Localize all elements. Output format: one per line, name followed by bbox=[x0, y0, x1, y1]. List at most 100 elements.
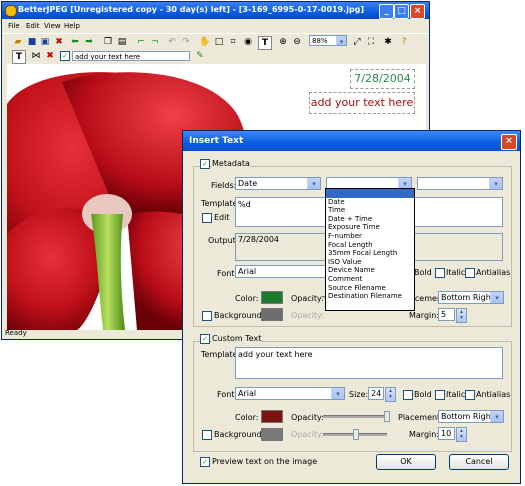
edit-checkbox[interactable] bbox=[202, 213, 212, 223]
preview-label: Preview text on the image bbox=[212, 457, 318, 466]
custom-italic-checkbox[interactable] bbox=[435, 390, 445, 400]
custom-template-input[interactable]: add your text here bbox=[235, 347, 503, 379]
copy-icon[interactable]: ❐ bbox=[102, 36, 114, 48]
save-as-icon[interactable]: ▣ bbox=[39, 36, 51, 48]
list-item[interactable]: Destination Filename bbox=[326, 292, 414, 301]
save-icon[interactable]: ■ bbox=[26, 36, 38, 48]
custom-font-select[interactable]: Arial ▾ bbox=[235, 387, 345, 400]
help-icon[interactable]: ? bbox=[398, 36, 410, 48]
date-overlay[interactable]: 7/28/2004 bbox=[350, 69, 415, 89]
text-overlay[interactable]: add your text here bbox=[309, 92, 415, 114]
custom-text-checkbox[interactable]: ✓ bbox=[200, 334, 210, 344]
antialias-checkbox[interactable] bbox=[465, 268, 475, 278]
menu-view[interactable]: View bbox=[44, 22, 61, 30]
redo-icon[interactable]: ↷ bbox=[180, 36, 192, 48]
align-icon[interactable]: ⋈ bbox=[30, 50, 42, 62]
close-button[interactable]: × bbox=[410, 4, 425, 19]
custom-template-value: add your text here bbox=[238, 350, 313, 359]
apply-text-icon[interactable]: ✎ bbox=[194, 50, 206, 62]
list-item[interactable]: ISO Value bbox=[326, 258, 414, 267]
fit-icon[interactable]: ⤢ bbox=[351, 36, 363, 48]
placement-select[interactable]: Bottom Right ▾ bbox=[438, 291, 504, 304]
placement-value: Bottom Right bbox=[441, 293, 494, 302]
custom-background-swatch[interactable] bbox=[261, 428, 283, 441]
chevron-down-icon: ▾ bbox=[490, 292, 503, 303]
menu-edit[interactable]: Edit bbox=[26, 22, 40, 30]
field2-dropdown-list[interactable]: Date Time Date + Time Exposure Time F-nu… bbox=[325, 188, 415, 311]
list-item[interactable]: Date bbox=[326, 198, 414, 207]
preview-checkbox[interactable]: ✓ bbox=[200, 457, 210, 467]
zoom-out-icon[interactable]: ⊖ bbox=[291, 36, 303, 48]
custom-opacity-thumb[interactable] bbox=[384, 411, 390, 422]
rotate-left-icon[interactable]: ⌐ bbox=[135, 36, 147, 48]
remove-text-icon[interactable]: ✖ bbox=[44, 50, 56, 62]
dialog-titlebar[interactable]: Insert Text × bbox=[183, 131, 520, 151]
settings-icon[interactable]: ✱ bbox=[382, 36, 394, 48]
custom-bg-opacity-thumb[interactable] bbox=[353, 429, 359, 440]
size-input[interactable]: 24 bbox=[368, 387, 384, 400]
text-checkbox[interactable]: ✓ bbox=[60, 51, 70, 61]
margin-spinner[interactable]: ▴ ▾ bbox=[456, 308, 467, 323]
ok-button[interactable]: OK bbox=[376, 454, 436, 470]
crop-icon[interactable]: ⌗ bbox=[227, 36, 239, 48]
menu-help[interactable]: Help bbox=[64, 22, 80, 30]
insert-text-icon[interactable]: T bbox=[12, 50, 26, 64]
background-checkbox[interactable] bbox=[202, 311, 212, 321]
color-swatch[interactable] bbox=[261, 291, 283, 304]
cancel-button[interactable]: Cancel bbox=[449, 454, 509, 470]
menu-file[interactable]: File bbox=[8, 22, 20, 30]
custom-margin-input[interactable]: 10 bbox=[438, 427, 455, 440]
list-item[interactable]: Comment bbox=[326, 275, 414, 284]
list-item[interactable]: Focal Length bbox=[326, 241, 414, 250]
fullscreen-icon[interactable]: ⛶ bbox=[365, 36, 377, 48]
open-icon[interactable]: ▰ bbox=[12, 36, 24, 48]
delete-icon[interactable]: ✖ bbox=[53, 36, 65, 48]
paste-icon[interactable]: ▤ bbox=[116, 36, 128, 48]
zoom-in-icon[interactable]: ⊕ bbox=[277, 36, 289, 48]
main-titlebar[interactable]: BetterJPEG [Unregistered copy - 30 day(s… bbox=[2, 2, 429, 19]
rotate-right-icon[interactable]: ¬ bbox=[149, 36, 161, 48]
zoom-select[interactable]: 88% ▾ bbox=[309, 35, 347, 46]
custom-antialias-checkbox[interactable] bbox=[465, 390, 475, 400]
previous-icon[interactable]: ⬅ bbox=[69, 36, 81, 48]
custom-color-swatch[interactable] bbox=[261, 410, 283, 423]
zoom-value: 88% bbox=[312, 37, 328, 45]
select-tool-icon[interactable]: □ bbox=[213, 36, 225, 48]
list-item[interactable] bbox=[326, 189, 414, 198]
list-item[interactable]: Date + Time bbox=[326, 215, 414, 224]
size-label: Size: bbox=[349, 390, 369, 399]
list-item[interactable]: 35mm Focal Length bbox=[326, 249, 414, 258]
main-text-input[interactable]: add your text here bbox=[72, 51, 190, 61]
custom-bold-checkbox[interactable] bbox=[403, 390, 413, 400]
margin-input[interactable]: 5 bbox=[438, 308, 455, 321]
undo-icon[interactable]: ↶ bbox=[166, 36, 178, 48]
background-color-swatch[interactable] bbox=[261, 308, 283, 321]
list-item[interactable]: F-number bbox=[326, 232, 414, 241]
chevron-down-icon: ▾ bbox=[489, 178, 502, 189]
custom-background-checkbox[interactable] bbox=[202, 430, 212, 440]
custom-margin-spinner[interactable]: ▴ ▾ bbox=[456, 427, 467, 442]
custom-italic-label: Italic bbox=[446, 390, 466, 399]
field1-select[interactable]: Date ▾ bbox=[235, 177, 321, 190]
dialog-close-button[interactable]: × bbox=[501, 134, 517, 150]
metadata-checkbox[interactable]: ✓ bbox=[200, 159, 210, 169]
custom-placement-select[interactable]: Bottom Right ▾ bbox=[438, 410, 504, 423]
text-tool-icon[interactable]: T bbox=[258, 36, 272, 50]
chevron-down-icon: ▾ bbox=[336, 36, 346, 46]
list-item[interactable]: Exposure Time bbox=[326, 223, 414, 232]
list-item[interactable]: Time bbox=[326, 206, 414, 215]
italic-checkbox[interactable] bbox=[435, 268, 445, 278]
custom-font-value: Arial bbox=[238, 389, 257, 398]
list-item[interactable]: Device Name bbox=[326, 266, 414, 275]
custom-opacity-slider[interactable] bbox=[323, 415, 387, 418]
hand-tool-icon[interactable]: ✋ bbox=[199, 36, 211, 48]
antialias-label: Antialias bbox=[476, 268, 511, 277]
redeye-icon[interactable]: ◉ bbox=[242, 36, 254, 48]
field3-select[interactable]: ▾ bbox=[417, 177, 503, 190]
next-icon[interactable]: ➡ bbox=[83, 36, 95, 48]
size-spinner[interactable]: ▴ ▾ bbox=[385, 387, 396, 402]
maximize-button[interactable]: □ bbox=[394, 4, 409, 19]
minimize-button[interactable]: _ bbox=[379, 4, 394, 19]
main-title: BetterJPEG [Unregistered copy - 30 day(s… bbox=[18, 5, 365, 14]
list-item[interactable]: Source Filename bbox=[326, 284, 414, 293]
